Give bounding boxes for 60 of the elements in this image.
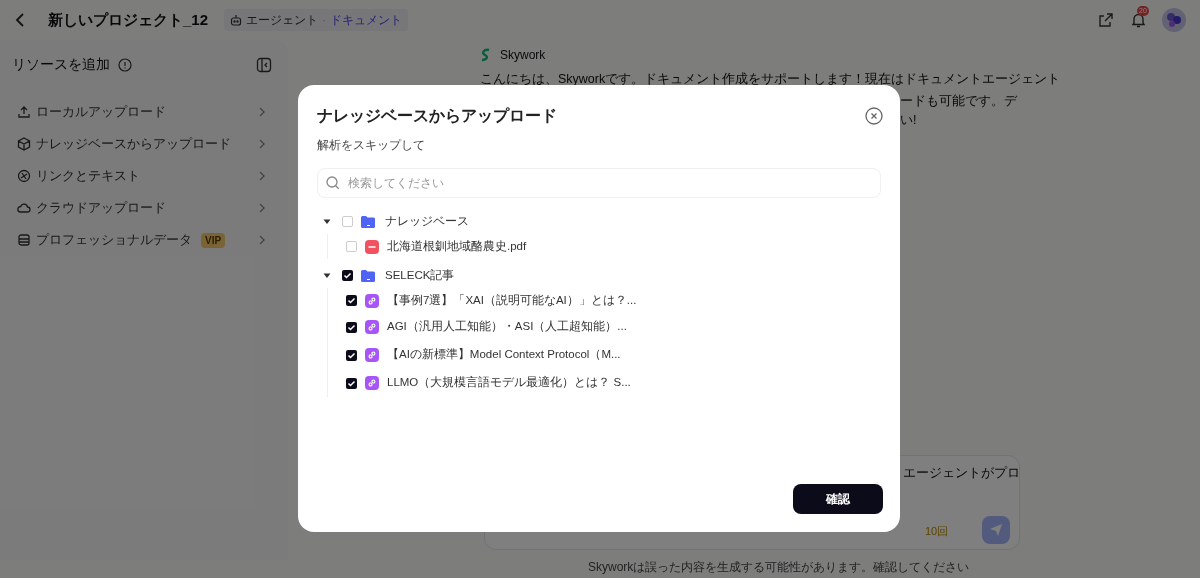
resource-menu-item[interactable]: ローカルアップロード [12,97,276,127]
resource-menu-item[interactable]: クラウドアップロード [12,193,276,223]
confirm-button[interactable]: 確認 [793,484,883,514]
checkbox[interactable] [346,321,357,333]
logo-icon [480,48,492,62]
dialog-title: ナレッジベースからアップロード [317,106,557,126]
tree-row[interactable]: LLMO（大規模言語モデル最適化）とは？ S... [328,369,881,397]
sender-name: Skywork [500,47,546,64]
collapse-panel-icon[interactable] [256,56,272,73]
credits-label: 10回 [925,524,949,539]
upload-icon [17,105,31,119]
caret-icon[interactable] [323,272,331,279]
resource-menu-item[interactable]: プロフェッショナルデータ VIP [12,225,276,255]
cloud-icon [17,201,31,215]
back-icon[interactable] [14,12,26,28]
input-text: エージェントがプロ [903,465,1020,482]
tree-row[interactable]: AGI（汎用人工知能）・ASI（人工超知能）... [328,313,881,341]
message-line: こんにちは、Skyworkです。ドキュメント作成をサポートします！現在はドキュメントエージェント [480,71,1061,88]
close-icon[interactable] [865,107,883,125]
message-line: ードも可能です。デ [900,93,1019,110]
resource-menu-item[interactable]: リンクとテキスト [12,161,276,191]
checkbox[interactable] [346,241,357,252]
sidebar-title: リソースを追加 [12,55,110,74]
tree-row[interactable]: ナレッジベース [317,209,881,234]
caret-icon[interactable] [323,218,331,225]
tree-row[interactable]: 【AIの新標準】Model Context Protocol（M... [328,341,881,369]
chevron-right-icon [258,139,266,149]
bell-icon [1130,12,1146,28]
tree-row[interactable]: 北海道根釧地域酪農史.pdf [328,234,881,259]
separator-dot: · [322,12,327,29]
message-line: い! [900,112,918,129]
avatar[interactable] [1162,8,1186,32]
tree-row[interactable]: 【事例7選】「XAI（説明可能なAI）」とは？... [328,288,881,313]
database-icon [17,233,31,247]
resource-menu-item[interactable]: ナレッジベースからアップロード [12,129,276,159]
checkbox[interactable] [342,270,353,281]
chevron-right-icon [258,203,266,213]
agent-label: エージェント [246,12,319,29]
cube-icon [17,137,31,151]
checkbox[interactable] [342,216,353,227]
disclaimer-text: Skyworkは誤った内容を生成する可能性があります。確認してください [588,559,970,576]
robot-icon [230,14,243,26]
vip-badge: VIP [201,232,226,248]
project-title: 新しいプロジェクト_12 [48,9,209,30]
tree-row[interactable]: SELECK記事 [317,263,881,288]
chevron-right-icon [258,235,266,245]
info-icon[interactable] [118,57,132,72]
share-icon[interactable] [1098,12,1114,28]
chevron-right-icon [258,171,266,181]
search-icon [326,176,340,190]
checkbox[interactable] [346,295,357,306]
send-icon [989,523,1003,537]
folder-icon [361,215,375,228]
checkbox[interactable] [346,377,357,389]
dialog-subtitle: 解析をスキップして [317,137,426,154]
checkbox[interactable] [346,349,357,361]
folder-icon [361,269,375,282]
document-label: ドキュメント [330,12,403,29]
chevron-right-icon [258,107,266,117]
search-field[interactable]: 検索してください [317,168,881,198]
